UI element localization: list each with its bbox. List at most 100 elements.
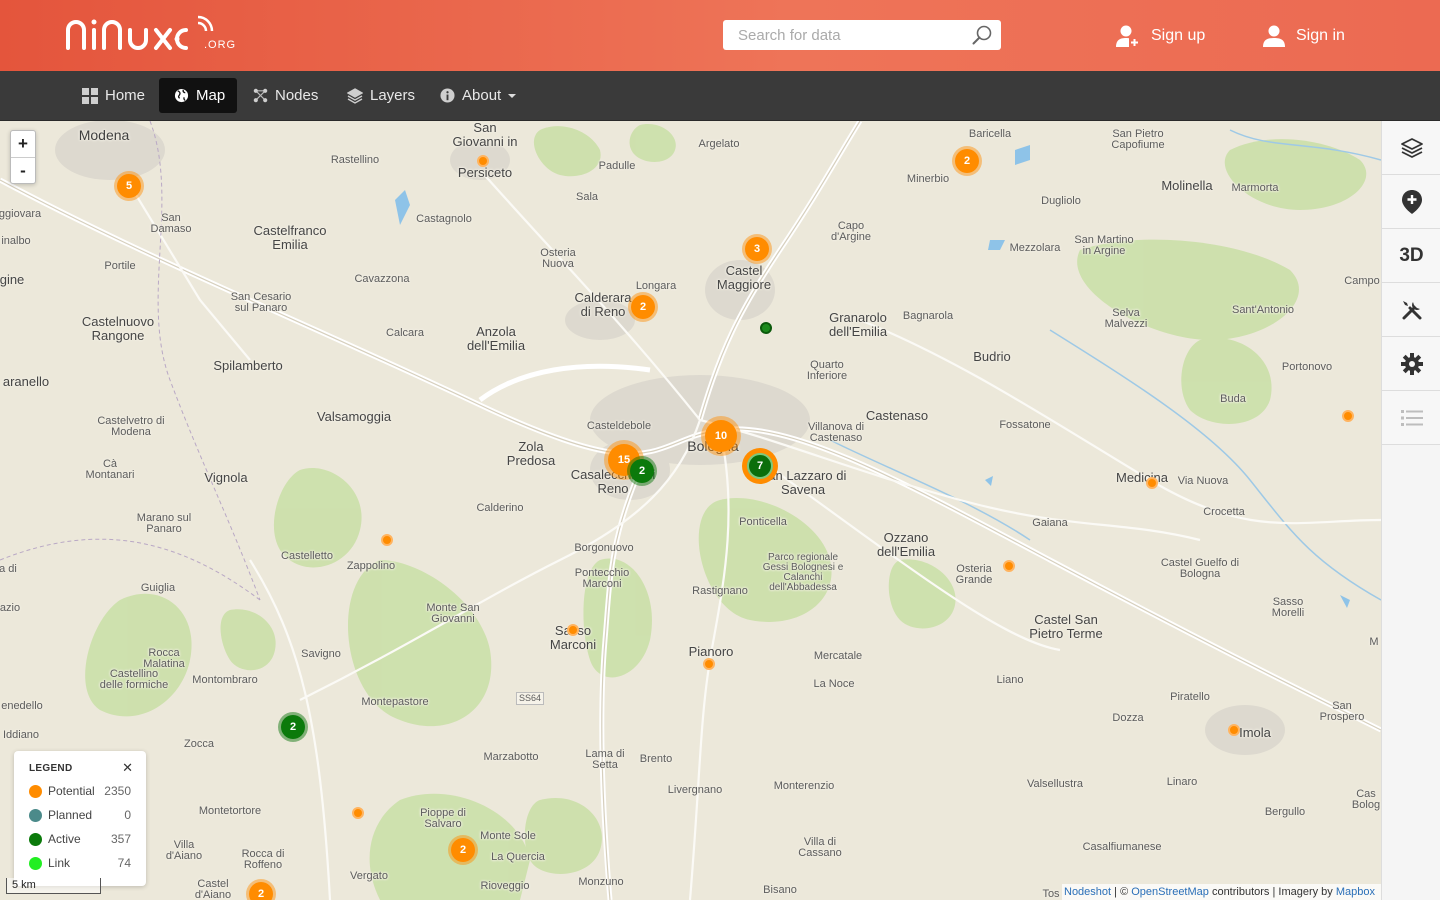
node-marker[interactable] bbox=[760, 322, 772, 334]
node-marker[interactable] bbox=[567, 624, 579, 636]
node-cluster[interactable]: 2 bbox=[952, 146, 982, 176]
place-label: Guiglia bbox=[140, 582, 176, 594]
place-label: Fossatone bbox=[999, 419, 1051, 431]
node-cluster[interactable]: 5 bbox=[114, 171, 144, 201]
layers-icon bbox=[347, 87, 363, 104]
place-label: Cà Montanari bbox=[85, 458, 135, 481]
place-label: Gaiana bbox=[1032, 517, 1068, 529]
place-label: Castelvetro di Modena bbox=[97, 415, 165, 438]
close-icon[interactable]: ✕ bbox=[122, 760, 133, 776]
node-cluster[interactable]: 2 bbox=[627, 456, 657, 486]
node-cluster[interactable]: 10 bbox=[701, 416, 741, 456]
osm-link[interactable]: OpenStreetMap bbox=[1131, 886, 1209, 898]
node-marker[interactable] bbox=[1003, 560, 1015, 572]
place-label: Budrio bbox=[973, 349, 1011, 364]
node-cluster[interactable]: 2 bbox=[448, 835, 478, 865]
chevron-down-icon bbox=[508, 93, 517, 98]
place-label: Crocetta bbox=[1203, 506, 1245, 518]
node-cluster[interactable]: 2 bbox=[628, 292, 658, 322]
node-marker[interactable] bbox=[1146, 477, 1158, 489]
place-label: Piratello bbox=[1170, 691, 1210, 703]
place-label: Portonovo bbox=[1281, 361, 1333, 373]
place-label: enedello bbox=[1, 700, 43, 712]
place-label: La Quercia bbox=[491, 851, 545, 863]
gear-icon bbox=[1400, 352, 1423, 375]
nav-nodes[interactable]: Nodes bbox=[245, 78, 326, 113]
search-icon[interactable] bbox=[971, 24, 993, 46]
place-label: San Pietro Capofiume bbox=[1111, 128, 1165, 151]
nodeshot-link[interactable]: Nodeshot bbox=[1064, 886, 1111, 898]
top-header: .ORG Sign up Sign in bbox=[0, 0, 1440, 71]
legend-item-active[interactable]: Active 357 bbox=[29, 831, 131, 847]
nav-label: Nodes bbox=[275, 87, 319, 104]
add-node-button[interactable] bbox=[1382, 175, 1440, 229]
cluster-count: 7 bbox=[747, 453, 773, 479]
layers-icon bbox=[1400, 137, 1423, 158]
legend-item-link[interactable]: Link 74 bbox=[29, 855, 131, 871]
node-cluster[interactable]: 2 bbox=[278, 712, 308, 742]
nav-about[interactable]: About bbox=[432, 78, 524, 113]
search-input[interactable] bbox=[723, 20, 963, 50]
place-label: Lama di Setta bbox=[585, 748, 625, 771]
place-label: Linaro bbox=[1166, 776, 1198, 788]
place-label: San Giovanni in bbox=[452, 121, 518, 149]
place-label: Montetortore bbox=[198, 805, 262, 817]
globe-icon bbox=[174, 88, 189, 103]
node-cluster[interactable]: 7 bbox=[742, 448, 778, 484]
place-label: Castenaso bbox=[865, 408, 929, 423]
node-marker[interactable] bbox=[1342, 410, 1354, 422]
list-icon bbox=[1400, 409, 1423, 426]
place-label: Castellino delle formiche bbox=[99, 668, 169, 691]
place-label: Longara bbox=[635, 280, 677, 292]
cluster-count: 3 bbox=[745, 237, 769, 261]
node-marker[interactable] bbox=[477, 155, 489, 167]
place-label: Castel d'Aiano bbox=[194, 878, 232, 900]
signup-button[interactable]: Sign up bbox=[1115, 21, 1205, 51]
place-label: Selva Malvezzi bbox=[1104, 307, 1148, 330]
place-label: Capo d'Argine bbox=[830, 220, 871, 243]
mapbox-link[interactable]: Mapbox bbox=[1336, 886, 1375, 898]
settings-button[interactable] bbox=[1382, 337, 1440, 391]
legend-item-potential[interactable]: Potential 2350 bbox=[29, 783, 131, 799]
nodes-icon bbox=[253, 88, 268, 103]
place-label: Pontecchio Marconi bbox=[574, 567, 630, 590]
nav-map[interactable]: Map bbox=[159, 78, 238, 113]
node-marker[interactable] bbox=[1228, 724, 1240, 736]
nav-home[interactable]: Home bbox=[74, 78, 153, 113]
place-label: San Prospero bbox=[1319, 700, 1365, 723]
legend-swatch bbox=[29, 808, 42, 822]
legend-item-planned[interactable]: Planned 0 bbox=[29, 807, 131, 823]
layers-button[interactable] bbox=[1382, 121, 1440, 175]
zoom-out-button[interactable]: - bbox=[11, 157, 35, 183]
signin-button[interactable]: Sign in bbox=[1262, 21, 1345, 51]
map-legend: LEGEND ✕ Potential 2350 Planned 0 Active… bbox=[14, 751, 146, 886]
tools-button[interactable] bbox=[1382, 283, 1440, 337]
place-label: Vignola bbox=[204, 470, 248, 485]
legend-count: 2350 bbox=[104, 784, 131, 798]
node-marker[interactable] bbox=[703, 658, 715, 670]
node-marker[interactable] bbox=[381, 534, 393, 546]
ninux-logo[interactable]: .ORG bbox=[64, 14, 309, 54]
place-label: Ozzano dell'Emilia bbox=[876, 530, 936, 559]
cluster-count: 2 bbox=[631, 295, 655, 319]
list-button[interactable] bbox=[1382, 391, 1440, 445]
zoom-control: + - bbox=[10, 130, 36, 184]
nav-layers[interactable]: Layers bbox=[339, 78, 423, 113]
place-label: a di bbox=[0, 563, 17, 575]
place-label: Molinella bbox=[1161, 178, 1213, 193]
place-label: Valsamoggia bbox=[316, 409, 392, 424]
map-canvas[interactable]: Modena San Giovanni in Persiceto Argelat… bbox=[0, 121, 1381, 900]
place-label: Rioveggio bbox=[480, 880, 530, 892]
attribution-text: | © bbox=[1111, 886, 1132, 898]
place-label: Granarolo dell'Emilia bbox=[828, 310, 888, 339]
place-label: Marmorta bbox=[1231, 182, 1279, 194]
place-label: aranello bbox=[2, 374, 50, 389]
zoom-in-button[interactable]: + bbox=[11, 131, 35, 157]
node-cluster[interactable]: 3 bbox=[742, 234, 772, 264]
place-label: Medicina bbox=[1115, 470, 1169, 485]
3d-button[interactable]: 3D bbox=[1382, 229, 1440, 283]
place-label: Persiceto bbox=[457, 165, 513, 180]
place-label: Rastellino bbox=[330, 154, 380, 166]
cluster-count: 2 bbox=[630, 459, 654, 483]
node-marker[interactable] bbox=[352, 807, 364, 819]
